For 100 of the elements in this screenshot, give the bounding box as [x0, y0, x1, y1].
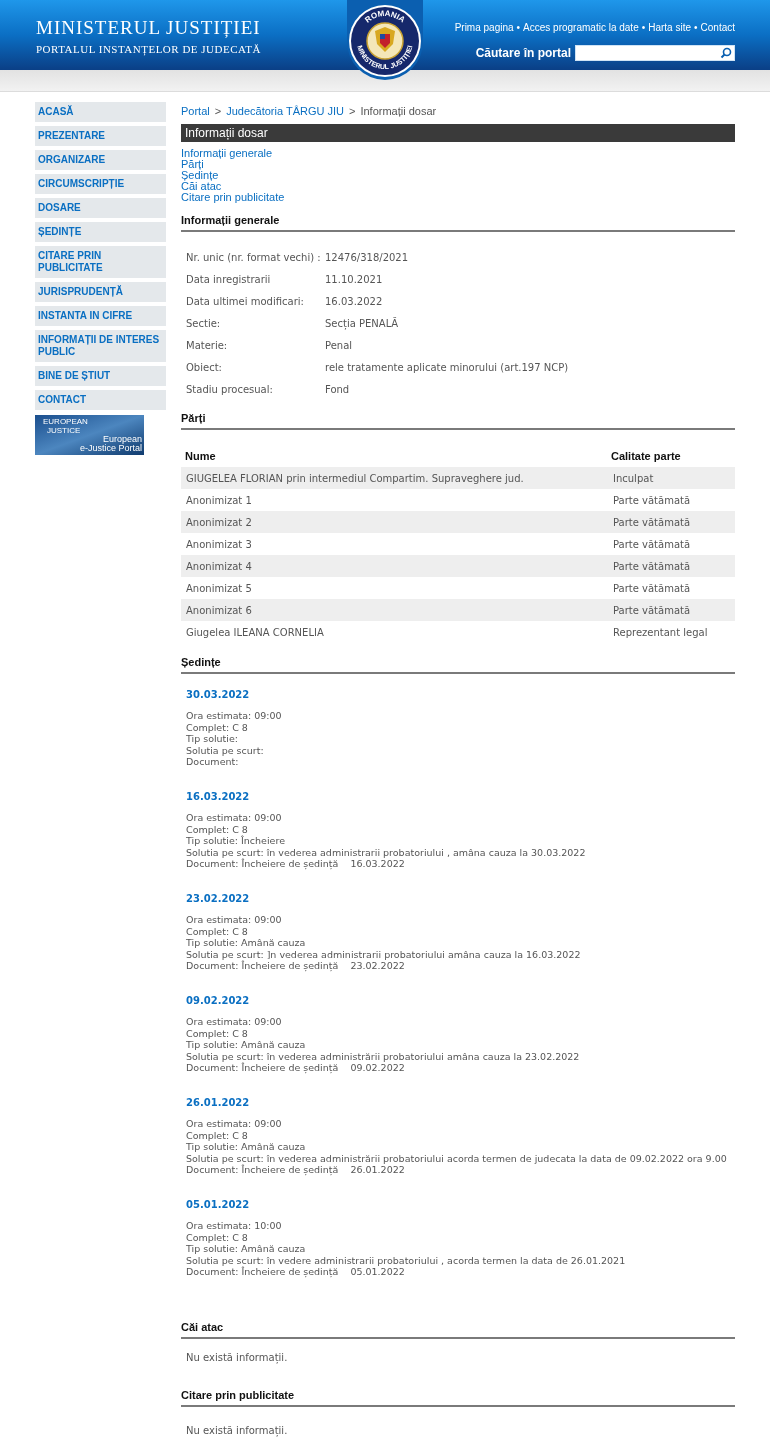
field-value: Penal: [325, 338, 353, 353]
field-label: Data inregistrarii: [185, 272, 272, 287]
session-detail: Complet: C 8: [186, 1129, 249, 1141]
emblem-text: ROMANIA: [363, 8, 407, 25]
sidebar-item[interactable]: ȘEDINȚE: [35, 222, 166, 242]
empty-message: Nu există informații.: [185, 1352, 289, 1364]
field-value: 11.10.2021: [325, 272, 383, 287]
banner-logo-text: EUROPEAN: [43, 417, 89, 426]
empty-message: Nu există informații.: [185, 1425, 289, 1437]
field-value: rele tratamente aplicate minorului (art.197 NCP): [325, 360, 569, 375]
breadcrumb-separator: >: [349, 103, 356, 119]
table-cell-text: Anonimizat 3: [185, 537, 253, 552]
sidebar-item[interactable]: CIRCUMSCRIPȚIE: [35, 174, 166, 194]
sidebar-item[interactable]: BINE DE ȘTIUT: [35, 366, 166, 386]
sidebar-item[interactable]: CITARE PRIN PUBLICITATE: [35, 246, 166, 278]
session-detail: Tip solutie: Încheiere: [186, 835, 286, 847]
banner-subtitle: e-Justice Portal: [79, 444, 142, 453]
section-heading: Părți: [181, 411, 735, 430]
field-value: Secția PENALĂ: [325, 316, 399, 331]
session-detail: Document: Încheiere de ședință 26.01.2022: [186, 1164, 406, 1176]
session-date: 05.01.2022: [186, 1198, 251, 1212]
session-detail: Document: Încheiere de ședință 09.02.2022: [186, 1062, 406, 1074]
session-detail: Solutia pe scurt: ]n vederea administrarii probatoriului amâna cauza la 16.03.2022: [186, 948, 582, 960]
link-separator: •: [641, 21, 646, 35]
breadcrumb-link[interactable]: Judecătoria TÂRGU JIU: [226, 102, 344, 120]
breadcrumb-link[interactable]: Portal: [181, 102, 210, 120]
sidebar-item[interactable]: CONTACT: [35, 390, 166, 410]
section-heading: Citare prin publicitate: [181, 1388, 735, 1407]
table-cell-text: Anonimizat 6: [185, 603, 253, 618]
table-cell-text: GIUGELEA FLORIAN prin intermediul Compartim. Supraveghere jud.: [185, 471, 525, 486]
sidebar-item[interactable]: INSTANTA IN CIFRE: [35, 306, 166, 326]
field-label: Materie:: [185, 338, 229, 353]
session-detail: Solutia pe scurt: în vederea administrării probatoriului acorda termen de judecata la data de 09.02.2022 ora 9.00: [186, 1152, 728, 1164]
session-detail: Complet: C 8: [186, 925, 249, 937]
session-detail: Solutia pe scurt:: [186, 744, 265, 756]
field-value: 12476/318/2021: [325, 250, 409, 265]
site-title: MINISTERUL JUSTIȚIEI: [36, 18, 261, 38]
session-detail: Tip solutie: Amână cauza: [186, 1141, 307, 1153]
top-nav-link[interactable]: Contact: [700, 20, 735, 35]
anchor-link[interactable]: Informații generale: [181, 148, 273, 159]
sidebar-item[interactable]: PREZENTARE: [35, 126, 166, 146]
top-nav-link[interactable]: Prima pagina: [454, 20, 514, 35]
table-cell-text: Anonimizat 2: [185, 515, 253, 530]
session-detail: Tip solutie:: [186, 733, 240, 745]
session-detail: Tip solutie: Amână cauza: [186, 1243, 307, 1255]
session-detail: Ora estimata: 09:00: [186, 812, 283, 824]
table-cell-text: Parte vătămată: [612, 603, 691, 618]
session-detail: Solutia pe scurt: în vederea administrarii probatoriului , amâna cauza la 30.03.2022: [186, 846, 587, 858]
session-detail: Solutia pe scurt: în vedere administrarii probatoriului , acorda termen la data de 26.01.2021: [186, 1254, 627, 1266]
breadcrumb-separator: >: [214, 103, 222, 119]
session-date: 09.02.2022: [186, 994, 251, 1008]
session-date: 23.02.2022: [186, 892, 251, 906]
link-separator: •: [694, 21, 698, 35]
field-label: Nr. unic (nr. format vechi) :: [185, 250, 322, 265]
e-justice-banner[interactable]: EUROPEAN JUSTICE European e-Justice Portal: [35, 415, 144, 455]
session-detail: Complet: C 8: [186, 1027, 249, 1039]
table-cell-text: Anonimizat 5: [185, 581, 253, 596]
table-cell-text: Inculpat: [612, 471, 654, 486]
field-label: Data ultimei modificari:: [185, 294, 305, 309]
field-value: Fond: [325, 382, 350, 397]
sidebar-item[interactable]: INFORMAȚII DE INTERES PUBLIC: [35, 330, 166, 362]
session-detail: Complet: C 8: [186, 1231, 249, 1243]
session-detail: Complet: C 8: [186, 721, 249, 733]
table-cell-text: Anonimizat 4: [185, 559, 253, 574]
sidebar-item[interactable]: JURISPRUDENȚĂ: [35, 282, 166, 302]
search-label: Căutare în portal: [475, 45, 571, 62]
session-detail: Complet: C 8: [186, 823, 249, 835]
sidebar-item[interactable]: DOSARE: [35, 198, 166, 218]
field-label: Stadiu procesual:: [185, 382, 274, 397]
top-nav-link[interactable]: Harta site: [648, 20, 691, 35]
table-cell-text: Giugelea ILEANA CORNELIA: [185, 625, 325, 640]
anchor-link[interactable]: Ședințe: [181, 170, 219, 181]
sidebar-item[interactable]: ORGANIZARE: [35, 150, 166, 170]
session-detail: Ora estimata: 09:00: [186, 710, 283, 722]
session-detail: Tip solutie: Amână cauza: [186, 937, 307, 949]
page-title: Informații dosar: [181, 124, 735, 142]
field-label: Obiect:: [185, 360, 223, 375]
column-header: Calitate parte: [611, 448, 681, 464]
anchor-link[interactable]: Părți: [181, 159, 204, 170]
session-detail: Tip solutie: Amână cauza: [186, 1039, 307, 1051]
field-value: 16.03.2022: [325, 294, 383, 309]
table-cell-text: Parte vătămată: [612, 581, 691, 596]
section-heading: Ședințe: [181, 655, 735, 674]
session-detail: Ora estimata: 09:00: [186, 914, 283, 926]
session-detail: Ora estimata: 09:00: [186, 1016, 283, 1028]
table-cell-text: Parte vătămată: [612, 559, 691, 574]
field-label: Sectie:: [185, 316, 222, 331]
session-date: 26.01.2022: [186, 1096, 251, 1110]
banner-title: European: [102, 435, 142, 444]
table-cell-text: Reprezentant legal: [612, 625, 708, 640]
breadcrumb-current: Informații dosar: [360, 103, 437, 119]
session-detail: Document: Încheiere de ședință 16.03.2022: [186, 858, 406, 870]
top-nav-link[interactable]: Acces programatic la date: [523, 20, 639, 35]
anchor-link[interactable]: Citare prin publicitate: [181, 192, 285, 203]
search-icon[interactable]: [720, 47, 732, 59]
session-date: 16.03.2022: [186, 790, 251, 804]
sidebar-item[interactable]: ACASĂ: [35, 102, 166, 122]
session-detail: Ora estimata: 09:00: [186, 1118, 283, 1130]
search-field[interactable]: [575, 45, 735, 61]
anchor-link[interactable]: Căi atac: [181, 181, 222, 192]
